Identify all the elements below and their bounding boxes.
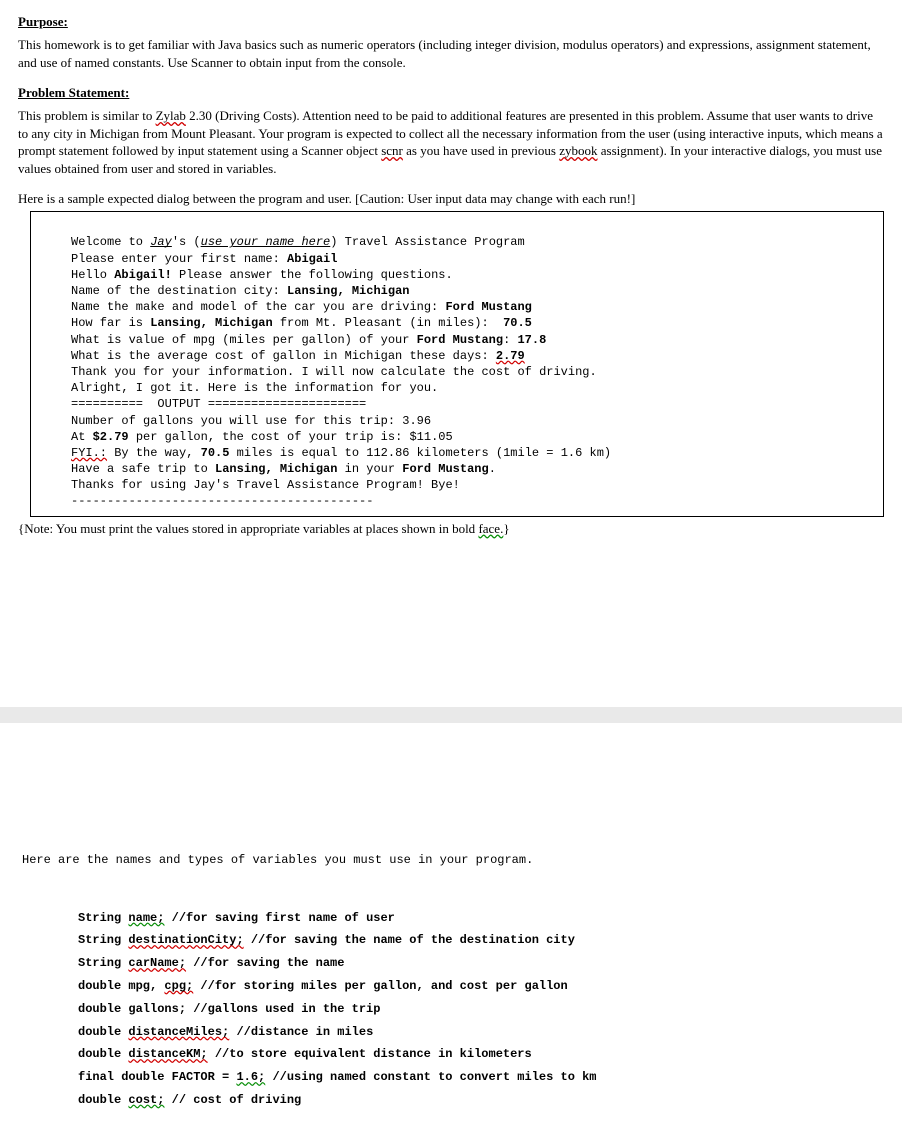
bold-value: Lansing, Michigan bbox=[150, 316, 272, 330]
var-name: 1.6; bbox=[236, 1070, 265, 1084]
problem-text: This problem is similar to bbox=[18, 108, 156, 123]
name-hint: use your name here bbox=[201, 235, 331, 249]
var-name: distanceMiles; bbox=[128, 1025, 229, 1039]
user-input: 17.8 bbox=[517, 333, 546, 347]
purpose-paragraph: This homework is to get familiar with Ja… bbox=[18, 36, 884, 71]
var-text: final double FACTOR = bbox=[78, 1070, 236, 1084]
var-comment: //for storing miles per gallon, and cost… bbox=[193, 979, 567, 993]
var-comment: //for saving the name of the destination… bbox=[244, 933, 575, 947]
user-input: Lansing, Michigan bbox=[287, 284, 409, 298]
var-text: String bbox=[78, 933, 128, 947]
bold-value: $2.79 bbox=[93, 430, 129, 444]
user-input: Abigail bbox=[287, 252, 337, 266]
dialog-line: . bbox=[489, 462, 496, 476]
dialog-line: per gallon, the cost of your trip is: $1… bbox=[129, 430, 453, 444]
note-line: {Note: You must print the values stored … bbox=[18, 521, 884, 537]
var-text: String bbox=[78, 911, 128, 925]
var-name: name; bbox=[128, 911, 164, 925]
fyi-word: FYI.: bbox=[71, 446, 107, 460]
var-line: String name; //for saving first name of … bbox=[78, 907, 884, 930]
dialog-line: in your bbox=[337, 462, 402, 476]
dialog-line: ) Travel Assistance Program bbox=[330, 235, 524, 249]
section-gap bbox=[18, 537, 884, 707]
dialog-line: Thank you for your information. I will n… bbox=[71, 365, 597, 379]
var-line: double distanceKM; //to store equivalent… bbox=[78, 1043, 884, 1066]
bold-value: 70.5 bbox=[201, 446, 230, 460]
var-comment: //distance in miles bbox=[229, 1025, 373, 1039]
bold-value: Lansing, Michigan bbox=[215, 462, 337, 476]
var-line: double distanceMiles; //distance in mile… bbox=[78, 1021, 884, 1044]
scnr-word: scnr bbox=[381, 143, 403, 158]
dialog-line: miles is equal to 112.86 kilometers (1mi… bbox=[229, 446, 611, 460]
user-input: 70.5 bbox=[503, 316, 532, 330]
problem-heading: Problem Statement: bbox=[18, 85, 884, 101]
var-comment: //for saving first name of user bbox=[164, 911, 394, 925]
var-line: double cost; // cost of driving bbox=[78, 1089, 884, 1112]
var-line: final double FACTOR = 1.6; //using named… bbox=[78, 1066, 884, 1089]
dialog-line: 's ( bbox=[172, 235, 201, 249]
var-comment: //for saving the name bbox=[186, 956, 344, 970]
var-line: String destinationCity; //for saving the… bbox=[78, 929, 884, 952]
face-word: face. bbox=[478, 521, 503, 536]
sample-dialog-box: Welcome to Jay's (use your name here) Tr… bbox=[30, 211, 884, 516]
dialog-line: ----------------------------------------… bbox=[71, 494, 373, 508]
note-text: } bbox=[503, 521, 509, 536]
var-text: double mpg, bbox=[78, 979, 164, 993]
var-comment: // cost of driving bbox=[164, 1093, 301, 1107]
dialog-line: What is the average cost of gallon in Mi… bbox=[71, 349, 496, 363]
var-comment: //using named constant to convert miles … bbox=[265, 1070, 596, 1084]
dialog-line: Please enter your first name: bbox=[71, 252, 287, 266]
var-name: cost; bbox=[128, 1093, 164, 1107]
variables-block: String name; //for saving first name of … bbox=[18, 907, 884, 1112]
var-text: String bbox=[78, 956, 128, 970]
dialog-line: from Mt. Pleasant (in miles): bbox=[273, 316, 503, 330]
var-name: carName; bbox=[128, 956, 186, 970]
dialog-line: What is value of mpg (miles per gallon) … bbox=[71, 333, 417, 347]
dialog-line: At bbox=[71, 430, 93, 444]
var-line: String carName; //for saving the name bbox=[78, 952, 884, 975]
dialog-line: Alright, I got it. Here is the informati… bbox=[71, 381, 438, 395]
page-divider bbox=[0, 707, 902, 723]
caution-line: Here is a sample expected dialog between… bbox=[18, 191, 884, 207]
section-gap bbox=[18, 723, 884, 853]
var-text: double bbox=[78, 1047, 128, 1061]
dialog-line: Please answer the following questions. bbox=[172, 268, 453, 282]
jay-name: Jay bbox=[150, 235, 172, 249]
dialog-line: Name the make and model of the car you a… bbox=[71, 300, 445, 314]
var-name: destinationCity; bbox=[128, 933, 243, 947]
user-input: Ford Mustang bbox=[445, 300, 531, 314]
dialog-line: Number of gallons you will use for this … bbox=[71, 414, 431, 428]
dialog-line: : bbox=[503, 333, 517, 347]
dialog-line: Hello bbox=[71, 268, 114, 282]
var-line: double gallons; //gallons used in the tr… bbox=[78, 998, 884, 1021]
variables-intro: Here are the names and types of variable… bbox=[18, 853, 884, 867]
dialog-line: Name of the destination city: bbox=[71, 284, 287, 298]
zylab-word: Zylab bbox=[156, 108, 186, 123]
dialog-line: By the way, bbox=[107, 446, 201, 460]
bold-value: Ford Mustang bbox=[402, 462, 488, 476]
dialog-line: ========== OUTPUT ====================== bbox=[71, 397, 366, 411]
var-line: double mpg, cpg; //for storing miles per… bbox=[78, 975, 884, 998]
problem-text: as you have used in previous bbox=[403, 143, 559, 158]
bold-value: Ford Mustang bbox=[417, 333, 503, 347]
var-name: distanceKM; bbox=[128, 1047, 207, 1061]
purpose-heading: Purpose: bbox=[18, 14, 884, 30]
dialog-line: Thanks for using Jay's Travel Assistance… bbox=[71, 478, 460, 492]
zybook-word: zybook bbox=[559, 143, 597, 158]
var-name: cpg; bbox=[164, 979, 193, 993]
var-comment: //to store equivalent distance in kilome… bbox=[208, 1047, 532, 1061]
dialog-line: How far is bbox=[71, 316, 150, 330]
dialog-line: Have a safe trip to bbox=[71, 462, 215, 476]
var-text: double bbox=[78, 1093, 128, 1107]
problem-paragraph: This problem is similar to Zylab 2.30 (D… bbox=[18, 107, 884, 177]
dialog-line: Welcome to bbox=[71, 235, 150, 249]
user-input: 2.79 bbox=[496, 349, 525, 363]
var-text: double bbox=[78, 1025, 128, 1039]
bold-value: Abigail! bbox=[114, 268, 172, 282]
note-text: {Note: You must print the values stored … bbox=[18, 521, 478, 536]
